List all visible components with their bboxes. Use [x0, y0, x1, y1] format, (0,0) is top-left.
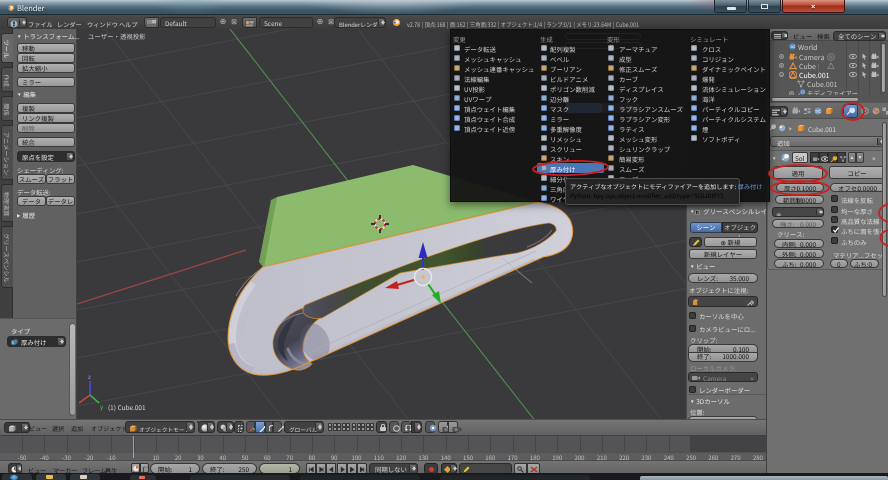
svg-text:z: z: [88, 372, 91, 381]
